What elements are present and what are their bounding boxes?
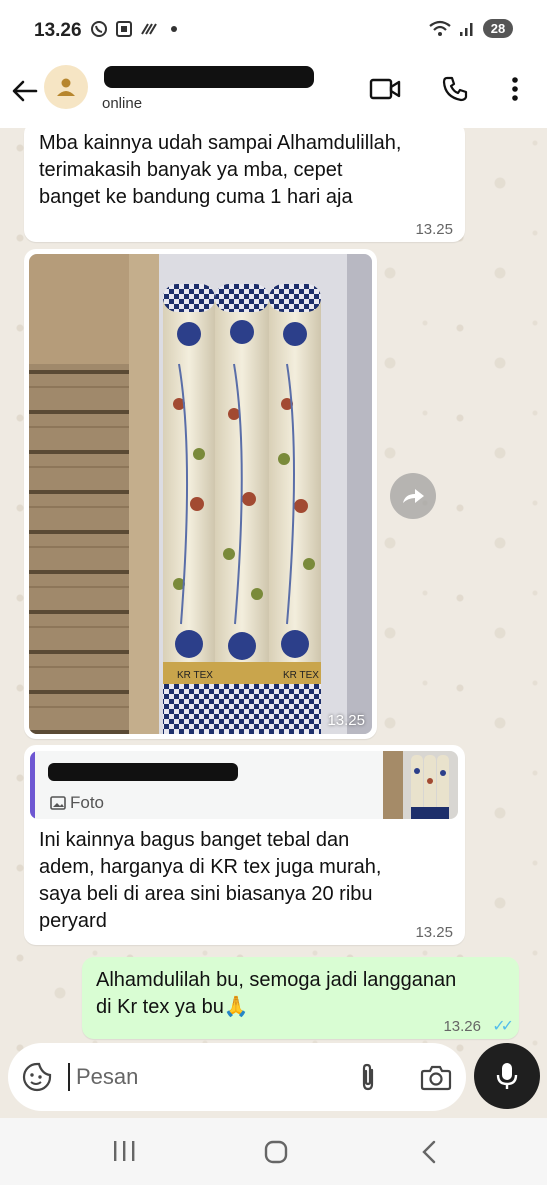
forward-arrow-icon: [403, 489, 424, 503]
message-line: Ini kainnya bagus banget tebal dan: [39, 829, 350, 851]
chat-header: online: [0, 62, 547, 128]
status-right: 28: [429, 19, 513, 38]
back-button[interactable]: [10, 76, 40, 106]
message-line: banget ke bandung cuma 1 hari aja: [39, 186, 353, 208]
avatar[interactable]: [44, 65, 88, 109]
message-bubble-incoming[interactable]: Mba kainnya udah sampai Alhamdulillah, t…: [24, 122, 465, 242]
message-line: terimakasih banyak ya mba, cepet: [39, 159, 343, 181]
system-navigation-bar: [0, 1118, 547, 1185]
status-bar: 13.26 28: [0, 0, 547, 62]
recent-apps-button[interactable]: [112, 1140, 136, 1167]
status-time: 13.26: [34, 20, 82, 41]
voice-call-button[interactable]: [438, 74, 472, 104]
message-time: 13.25: [415, 221, 453, 238]
message-bubble-outgoing[interactable]: Alhamdulilah bu, semoga jadi langganan d…: [82, 957, 519, 1039]
message-text: Mba kainnya udah sampai Alhamdulillah, t…: [39, 130, 459, 211]
more-vert-icon: [512, 77, 518, 101]
more-notifications-dot-icon: [171, 26, 177, 32]
quote-label: Foto: [70, 793, 105, 812]
phone-icon: [442, 76, 468, 102]
message-line: di Kr tex ya bu🙏: [96, 994, 516, 1021]
more-options-button[interactable]: [498, 74, 532, 104]
photo-image: KR TEX KR TEX: [29, 254, 372, 734]
emoji-sticker-button[interactable]: [22, 1062, 52, 1097]
person-icon: [57, 78, 75, 96]
read-ticks-icon: ✓✓: [492, 1018, 514, 1035]
quote-sender-redacted: [48, 763, 238, 781]
microphone-icon: [496, 1063, 518, 1089]
nfc-icon: [141, 23, 157, 35]
message-line: adem, harganya di KR tex juga murah,: [39, 856, 382, 878]
video-call-button[interactable]: [368, 74, 402, 104]
message-bubble-photo[interactable]: KR TEX KR TEX 13.25: [24, 249, 377, 739]
forward-button[interactable]: [390, 473, 436, 519]
quoted-message[interactable]: Foto: [30, 751, 458, 819]
message-line: peryard: [39, 910, 107, 932]
home-button[interactable]: [264, 1140, 288, 1169]
message-line: Mba kainnya udah sampai Alhamdulillah,: [39, 132, 402, 154]
camera-icon: [420, 1065, 452, 1091]
folded-hands-emoji: 🙏: [223, 996, 249, 1018]
message-text: Alhamdulilah bu, semoga jadi langganan d…: [96, 967, 516, 1021]
wifi-icon: [429, 20, 451, 36]
message-line: Alhamdulilah bu, semoga jadi langganan: [96, 969, 457, 991]
paperclip-icon: [362, 1063, 374, 1091]
message-input[interactable]: Pesan: [76, 1064, 138, 1090]
video-camera-icon: [369, 78, 401, 100]
roll-label: KR TEX: [283, 670, 319, 681]
recent-apps-icon: [114, 1141, 135, 1161]
message-bubble-reply[interactable]: Foto Ini kainnya bagus banget tebal dan …: [24, 745, 465, 945]
message-text: Ini kainnya bagus banget tebal dan adem,…: [39, 827, 459, 935]
contact-status: online: [102, 95, 143, 112]
sticker-smiley-icon: [22, 1062, 52, 1092]
arrow-left-icon: [12, 80, 38, 102]
message-composer[interactable]: Pesan: [8, 1043, 466, 1111]
signal-icon: [460, 22, 473, 36]
attach-button[interactable]: [356, 1061, 380, 1098]
screenshot-notification-icon: [116, 21, 132, 37]
chevron-left-icon: [422, 1140, 436, 1164]
battery-badge: 28: [483, 19, 513, 38]
message-line: saya beli di area sini biasanya 20 ribu: [39, 883, 373, 905]
voice-message-button[interactable]: [474, 1043, 540, 1109]
roll-label: KR TEX: [177, 670, 213, 681]
text-cursor: [68, 1063, 70, 1091]
back-nav-button[interactable]: [420, 1140, 438, 1169]
quote-accent-bar: [30, 751, 35, 819]
quote-thumbnail: [383, 751, 458, 819]
home-icon: [264, 1140, 288, 1164]
image-icon: [50, 796, 66, 810]
contact-name-redacted[interactable]: [104, 66, 314, 88]
camera-button[interactable]: [420, 1063, 452, 1096]
whatsapp-notification-icon: [91, 21, 107, 37]
message-line-text: di Kr tex ya bu: [96, 996, 224, 1018]
fabric-rolls-photo[interactable]: KR TEX KR TEX: [29, 254, 372, 734]
message-time: 13.25: [415, 924, 453, 941]
photo-time: 13.25: [327, 712, 365, 729]
notification-icons: [90, 20, 177, 38]
message-time: 13.26: [443, 1018, 481, 1035]
